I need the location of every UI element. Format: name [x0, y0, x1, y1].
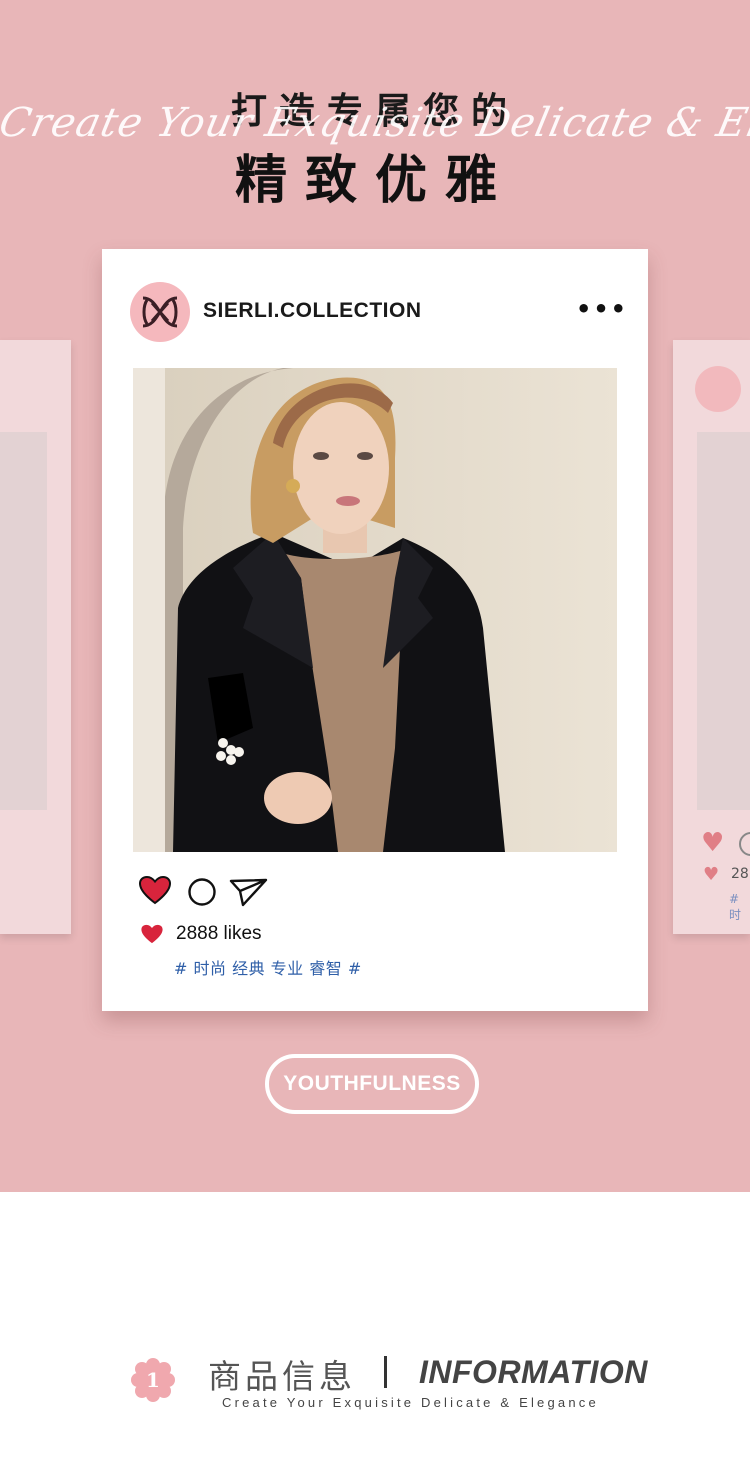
side-post-right-image — [697, 432, 750, 810]
model-photo-illustration — [133, 368, 617, 852]
badge-label: YOUTHFULNESS — [283, 1072, 461, 1095]
brand-logo-icon — [142, 296, 178, 328]
heart-icon: ♥ — [703, 864, 720, 885]
likes-count[interactable]: 2888 likes — [176, 923, 262, 945]
comment-icon[interactable] — [187, 877, 217, 907]
section-title-en: INFORMATION — [419, 1354, 648, 1390]
post-card: SIERLI.COLLECTION ••• 2888 likes # 时尚 经典… — [102, 249, 648, 1011]
section-title-cn: 商品信息 — [208, 1357, 356, 1396]
headline-main: 精致优雅 — [234, 151, 515, 211]
section-divider — [384, 1356, 387, 1388]
brand-avatar[interactable] — [130, 282, 190, 342]
share-icon[interactable] — [229, 877, 269, 907]
flower-number-icon: 1 — [131, 1358, 175, 1402]
heart-icon — [141, 924, 163, 944]
side-post-avatar — [695, 366, 741, 412]
likes-row: 2888 likes — [140, 921, 262, 947]
like-heart-icon[interactable] — [138, 875, 172, 905]
heart-outline-icon: ♥ — [701, 828, 725, 858]
comment-icon — [739, 832, 750, 856]
post-photo — [133, 368, 617, 852]
hashtags[interactable]: # 时尚 经典 专业 睿智 # — [174, 955, 362, 979]
side-post-right: ♥ ♥ 28 # 时 — [673, 340, 750, 934]
section-subtitle: Create Your Exquisite Delicate & Eleganc… — [222, 1395, 599, 1410]
side-post-left-image — [0, 432, 47, 810]
side-post-tag: # 时 — [729, 892, 742, 922]
side-post-likes: 28 — [731, 866, 749, 882]
side-post-left — [0, 340, 71, 934]
account-handle[interactable]: SIERLI.COLLECTION — [203, 299, 422, 323]
more-dots-icon[interactable]: ••• — [576, 295, 628, 323]
youthfulness-badge[interactable]: YOUTHFULNESS — [265, 1054, 479, 1114]
section-number: 1 — [146, 1368, 160, 1392]
